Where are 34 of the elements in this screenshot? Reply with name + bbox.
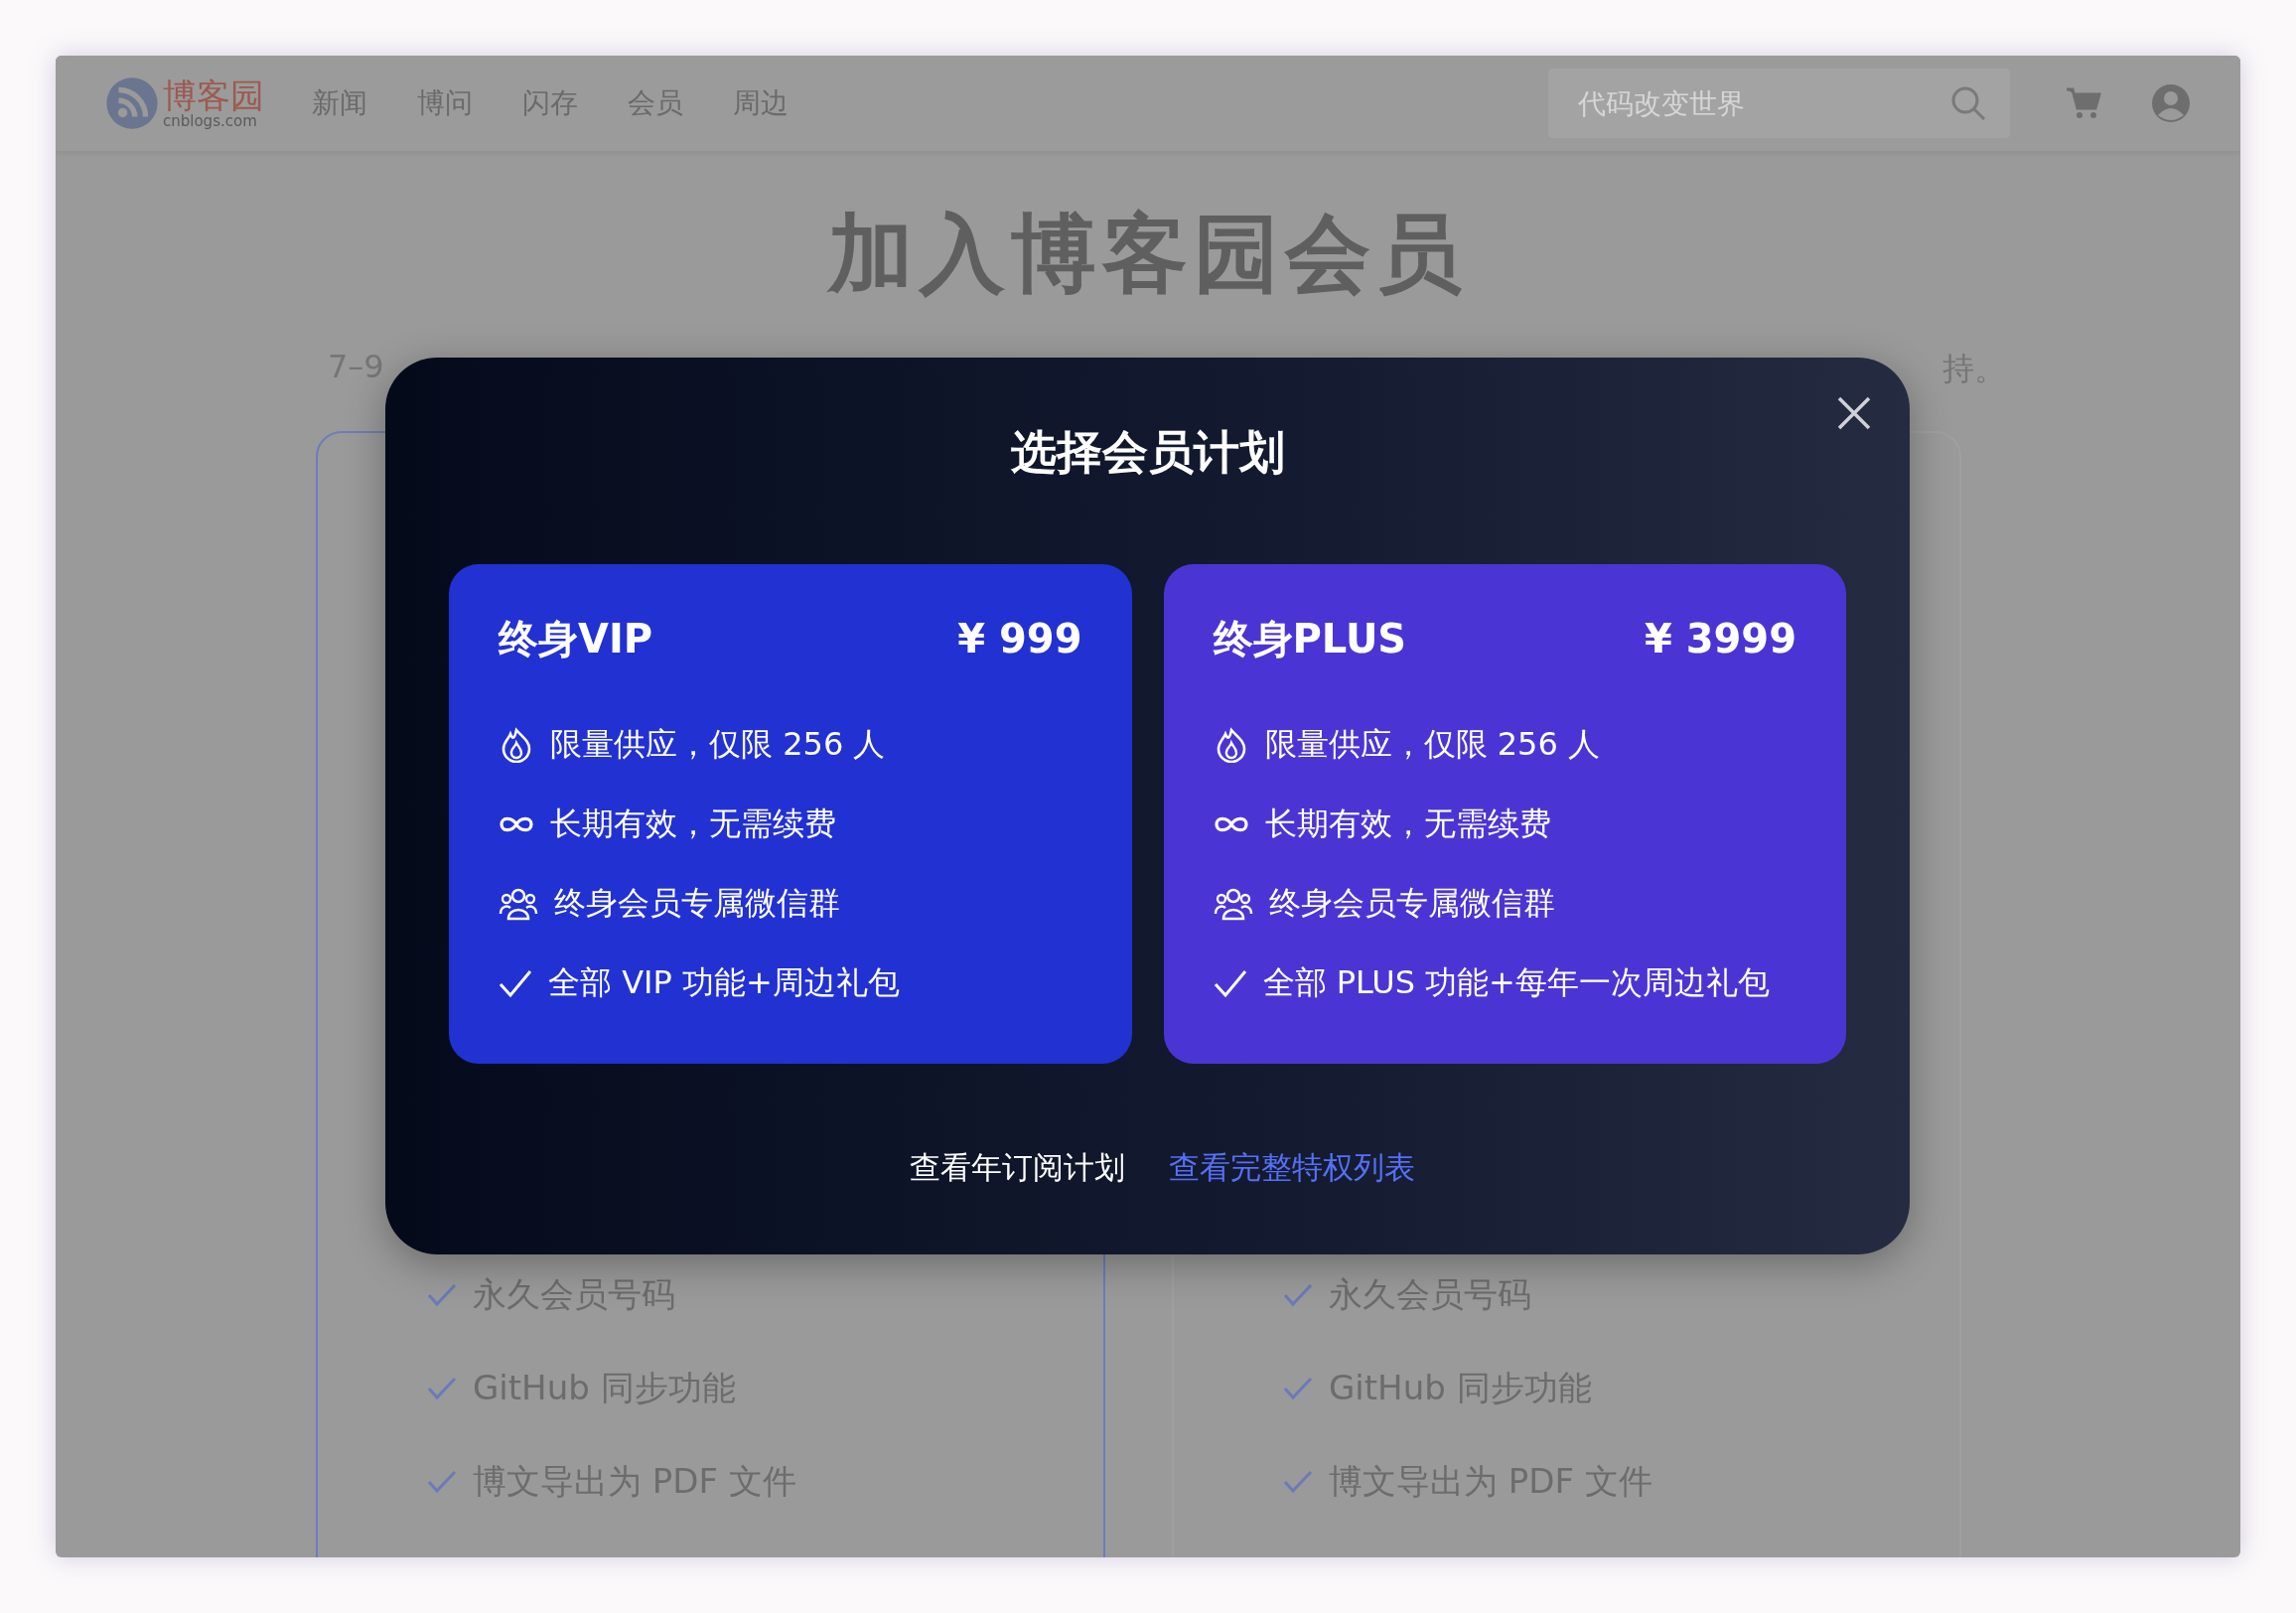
feature-text: 全部 PLUS 功能+每年一次周边礼包	[1262, 962, 1770, 1003]
plan-name: 终身PLUS	[1213, 614, 1407, 663]
check-icon	[1283, 1377, 1313, 1400]
feature-text: 长期有效，无需续费	[550, 804, 836, 844]
privileges-link[interactable]: 查看完整特权列表	[1169, 1147, 1415, 1189]
check-icon	[427, 1283, 457, 1307]
feature-text: 长期有效，无需续费	[1264, 804, 1551, 844]
logo-name[interactable]: 博客园	[163, 77, 264, 112]
logo-icon[interactable]	[105, 76, 159, 130]
plan-option[interactable]: 终身PLUS ¥ 3999 限量供应，仅限 256 人 长期有效，无需续费 终身会员专属微信群 全部 PLUS 功能+每年一次周边礼包	[1163, 564, 1846, 1064]
check-icon	[427, 1377, 457, 1400]
feature-text: 终身会员专属微信群	[554, 883, 840, 924]
plan-price: ¥ 999	[957, 616, 1082, 661]
feature-text: 限量供应，仅限 256 人	[1264, 724, 1600, 765]
feature-text: 全部 VIP 功能+周边礼包	[548, 962, 900, 1003]
plan-price: ¥ 3999	[1644, 616, 1796, 661]
check-icon	[1213, 968, 1247, 998]
page-title: 加入博客园会员	[825, 211, 1469, 296]
user-icon[interactable]	[2151, 83, 2191, 123]
check-icon	[1283, 1470, 1313, 1494]
check-icon	[499, 968, 532, 998]
check-icon	[427, 1470, 457, 1494]
dialog-title: 选择会员计划	[1009, 424, 1286, 481]
group-icon	[499, 886, 538, 922]
close-icon[interactable]	[1836, 395, 1872, 431]
annual-plan-link[interactable]: 查看年订阅计划	[910, 1147, 1125, 1189]
plan-option[interactable]: 终身VIP ¥ 999 限量供应，仅限 256 人 长期有效，无需续费 终身会员专属微信群 全部 VIP 功能+周边礼包	[449, 564, 1132, 1064]
logo-domain: cnblogs.com	[163, 113, 258, 129]
feature-text: 终身会员专属微信群	[1268, 883, 1555, 924]
plan-name: 终身VIP	[499, 614, 653, 663]
check-icon	[1283, 1283, 1313, 1307]
group-icon	[1213, 886, 1253, 922]
cart-icon[interactable]	[2066, 86, 2101, 120]
feature-text: 限量供应，仅限 256 人	[550, 724, 886, 765]
